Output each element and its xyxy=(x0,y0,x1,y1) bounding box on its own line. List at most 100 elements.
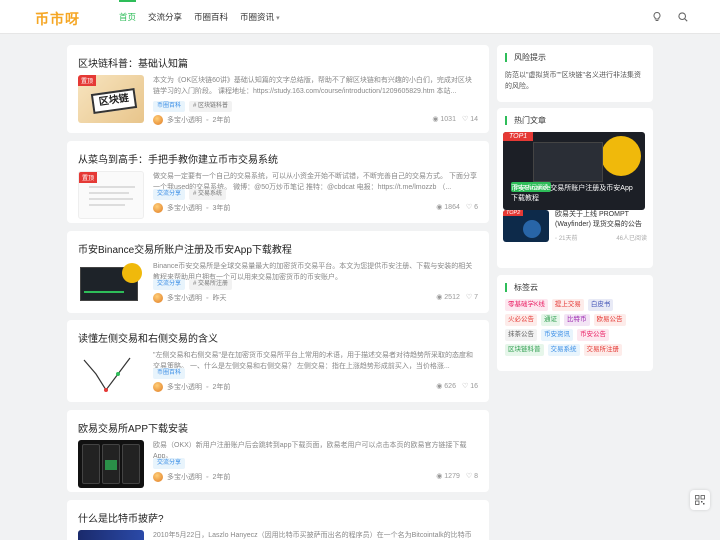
nav-item-home[interactable]: 首页 xyxy=(113,0,142,34)
view-count: 2512 xyxy=(444,294,460,301)
post-title[interactable]: 区块链科普：基础认知篇 xyxy=(78,55,188,70)
widget-title: 热门文章 xyxy=(505,116,546,125)
trend-chart-illustration xyxy=(83,357,131,392)
post-tags: 交流分享 # 交易所注册 xyxy=(153,279,233,290)
top1-title: 币安Binance交易所账户注册及币安App下载教程 xyxy=(511,185,633,202)
tag-cloud-item[interactable]: 比特币 xyxy=(564,314,590,326)
clock-icon: ◦ xyxy=(206,116,209,124)
avatar[interactable] xyxy=(153,293,163,303)
view-count: 626 xyxy=(444,383,456,390)
post-stats: ◉ 1864 ♡ 6 xyxy=(436,203,478,211)
post-card: 读懂左侧交易和右侧交易的含义 "左侧交易和右侧交易"是在加密货币交易所平台上常用… xyxy=(67,320,489,402)
tag-cloud-item[interactable]: 零基础学K线 xyxy=(505,299,548,311)
hot-post-top2-thumb[interactable]: TOP2 xyxy=(503,210,549,242)
search-icon[interactable] xyxy=(677,11,689,23)
like-icon: ♡ xyxy=(465,473,473,480)
eye-icon: ◉ xyxy=(436,473,443,480)
post-stats: ◉ 1279 ♡ 8 xyxy=(436,472,478,480)
tag-cloud-item[interactable]: 交易系统 xyxy=(547,344,580,356)
nav-label: 交流分享 xyxy=(148,12,183,22)
post-meta: 多宝小透明 ◦ 2年前 xyxy=(153,115,230,125)
nav-item-news[interactable]: 币圈资讯 ▾ xyxy=(234,0,286,34)
post-card: 欧易交易所APP下载安装 欧易（OKX）新用户注册账户后会跳转到app下载页面，… xyxy=(67,410,489,492)
top2-title[interactable]: 欧易关于上线 PROMPT (Wayfinder) 现货交易的公告 xyxy=(555,210,647,230)
tag-cloud-item[interactable]: 币安资讯 xyxy=(541,329,573,341)
post-meta: 多宝小透明 ◦ 2年前 xyxy=(153,382,230,392)
widget-title: 标签云 xyxy=(505,283,538,292)
hot-posts-widget: 热门文章 TOP1 2512人已阅读 币安Binance交易所账户注册及币安Ap… xyxy=(497,108,653,268)
category-tag[interactable]: 币圈百科 xyxy=(153,368,186,379)
hot-post-top1[interactable]: TOP1 2512人已阅读 币安Binance交易所账户注册及币安App下载教程 xyxy=(503,132,645,210)
keyword-tag[interactable]: # 区块链科普 xyxy=(189,101,233,112)
category-tag[interactable]: 交流分享 xyxy=(153,458,186,469)
site-logo[interactable]: 币市呀 xyxy=(35,9,80,29)
eye-icon: ◉ xyxy=(432,116,439,123)
tag-cloud-item[interactable]: 欧易公告 xyxy=(593,314,626,326)
post-author[interactable]: 多宝小透明 xyxy=(167,293,202,303)
tag-cloud-item[interactable]: 火必公告 xyxy=(505,314,537,326)
post-thumbnail[interactable] xyxy=(78,350,144,398)
post-card: 从菜鸟到高手：手把手教你建立币市交易系统 置顶 做交易一定要有一个自己的交易系统… xyxy=(67,141,489,223)
post-author[interactable]: 多宝小透明 xyxy=(167,472,202,482)
tagcloud-widget: 标签云 零基础学K线 提上交易 白皮书火必公告 通证 比特币 欧易公告抹茶公告 币安资讯 币安… xyxy=(497,275,653,371)
post-author[interactable]: 多宝小透明 xyxy=(167,115,202,125)
post-thumbnail[interactable] xyxy=(78,261,144,309)
post-excerpt: 本文为《OK区块链60讲》基础认知篇的文字总结版，帮助不了解区块链和有兴趣的小白… xyxy=(153,77,472,95)
post-author[interactable]: 多宝小透明 xyxy=(167,203,202,213)
like-count: 14 xyxy=(470,116,478,123)
post-thumbnail[interactable]: 置顶 xyxy=(78,171,144,219)
post-thumbnail[interactable] xyxy=(78,530,144,540)
nav-item-share[interactable]: 交流分享 xyxy=(142,0,188,34)
post-title[interactable]: 币安Binance交易所账户注册及币安App下载教程 xyxy=(78,241,292,256)
top2-meta: ◦ 21天前 46人已阅读 xyxy=(555,233,647,242)
top2-badge: TOP2 xyxy=(503,210,524,216)
keyword-tag[interactable]: # 交易系统 xyxy=(189,189,227,200)
avatar[interactable] xyxy=(153,472,163,482)
tag-cloud-item[interactable]: 白皮书 xyxy=(587,299,614,311)
like-icon: ♡ xyxy=(465,204,473,211)
post-title[interactable]: 欧易交易所APP下载安装 xyxy=(78,420,188,435)
post-title[interactable]: 读懂左侧交易和右侧交易的含义 xyxy=(78,330,218,345)
category-tag[interactable]: 交流分享 xyxy=(153,189,186,200)
thumb-sign-text: 区块链 xyxy=(90,88,138,114)
nav-item-wiki[interactable]: 币圈百科 xyxy=(188,0,234,34)
post-time: 2年前 xyxy=(212,384,231,391)
post-stats: ◉ 1031 ♡ 14 xyxy=(432,115,478,123)
nav-label: 币圈百科 xyxy=(194,12,229,22)
avatar[interactable] xyxy=(153,115,163,125)
qr-code-button[interactable] xyxy=(690,490,710,510)
qr-code-icon xyxy=(695,495,705,505)
tag-cloud-item[interactable]: 币安公告 xyxy=(577,329,609,341)
like-count: 8 xyxy=(474,473,478,480)
like-icon: ♡ xyxy=(461,116,469,123)
post-tags: 币圈百科 xyxy=(153,368,186,379)
post-thumbnail[interactable] xyxy=(78,440,144,488)
tag-cloud-item[interactable]: 提上交易 xyxy=(551,299,584,311)
view-count: 1279 xyxy=(444,473,460,480)
clock-icon: ◦ xyxy=(206,383,209,391)
category-tag[interactable]: 币圈百科 xyxy=(153,101,186,112)
post-excerpt: "左侧交易和右侧交易"是在加密货币交易所平台上常用的术语，用于描述交易者对待趋势… xyxy=(153,352,473,370)
avatar[interactable] xyxy=(153,203,163,213)
tag-list: 零基础学K线 提上交易 白皮书火必公告 通证 比特币 欧易公告抹茶公告 币安资讯 币安公告区块… xyxy=(505,299,647,356)
post-tags: 交流分享 xyxy=(153,458,186,469)
lightbulb-icon[interactable] xyxy=(651,11,663,23)
post-stats: ◉ 2512 ♡ 7 xyxy=(436,293,478,301)
post-excerpt: 欧易（OKX）新用户注册账户后会跳转到app下载页面，欧易老用户可以点击本页的欧… xyxy=(153,442,467,460)
post-thumbnail[interactable]: 置顶 区块链 xyxy=(78,75,144,123)
tag-cloud-item[interactable]: 区块链科普 xyxy=(505,344,544,356)
risk-widget: 风险提示 防范以"虚拟货币""区块链"名义进行非法集资的风险。 xyxy=(497,45,653,102)
tag-cloud-item[interactable]: 交易所注册 xyxy=(583,344,622,356)
tag-cloud-item[interactable]: 抹茶公告 xyxy=(505,329,537,341)
keyword-tag[interactable]: # 交易所注册 xyxy=(189,279,233,290)
avatar[interactable] xyxy=(153,382,163,392)
view-count: 1864 xyxy=(444,204,460,211)
category-tag[interactable]: 交流分享 xyxy=(153,279,186,290)
nav-label: 币圈资讯 xyxy=(240,12,275,22)
tag-cloud-item[interactable]: 通证 xyxy=(541,314,560,326)
post-title[interactable]: 从菜鸟到高手：手把手教你建立币市交易系统 xyxy=(78,151,278,166)
post-title[interactable]: 什么是比特币披萨? xyxy=(78,510,164,525)
clock-icon: ◦ xyxy=(206,294,209,302)
post-author[interactable]: 多宝小透明 xyxy=(167,382,202,392)
post-tags: 币圈百科 # 区块链科普 xyxy=(153,101,233,112)
